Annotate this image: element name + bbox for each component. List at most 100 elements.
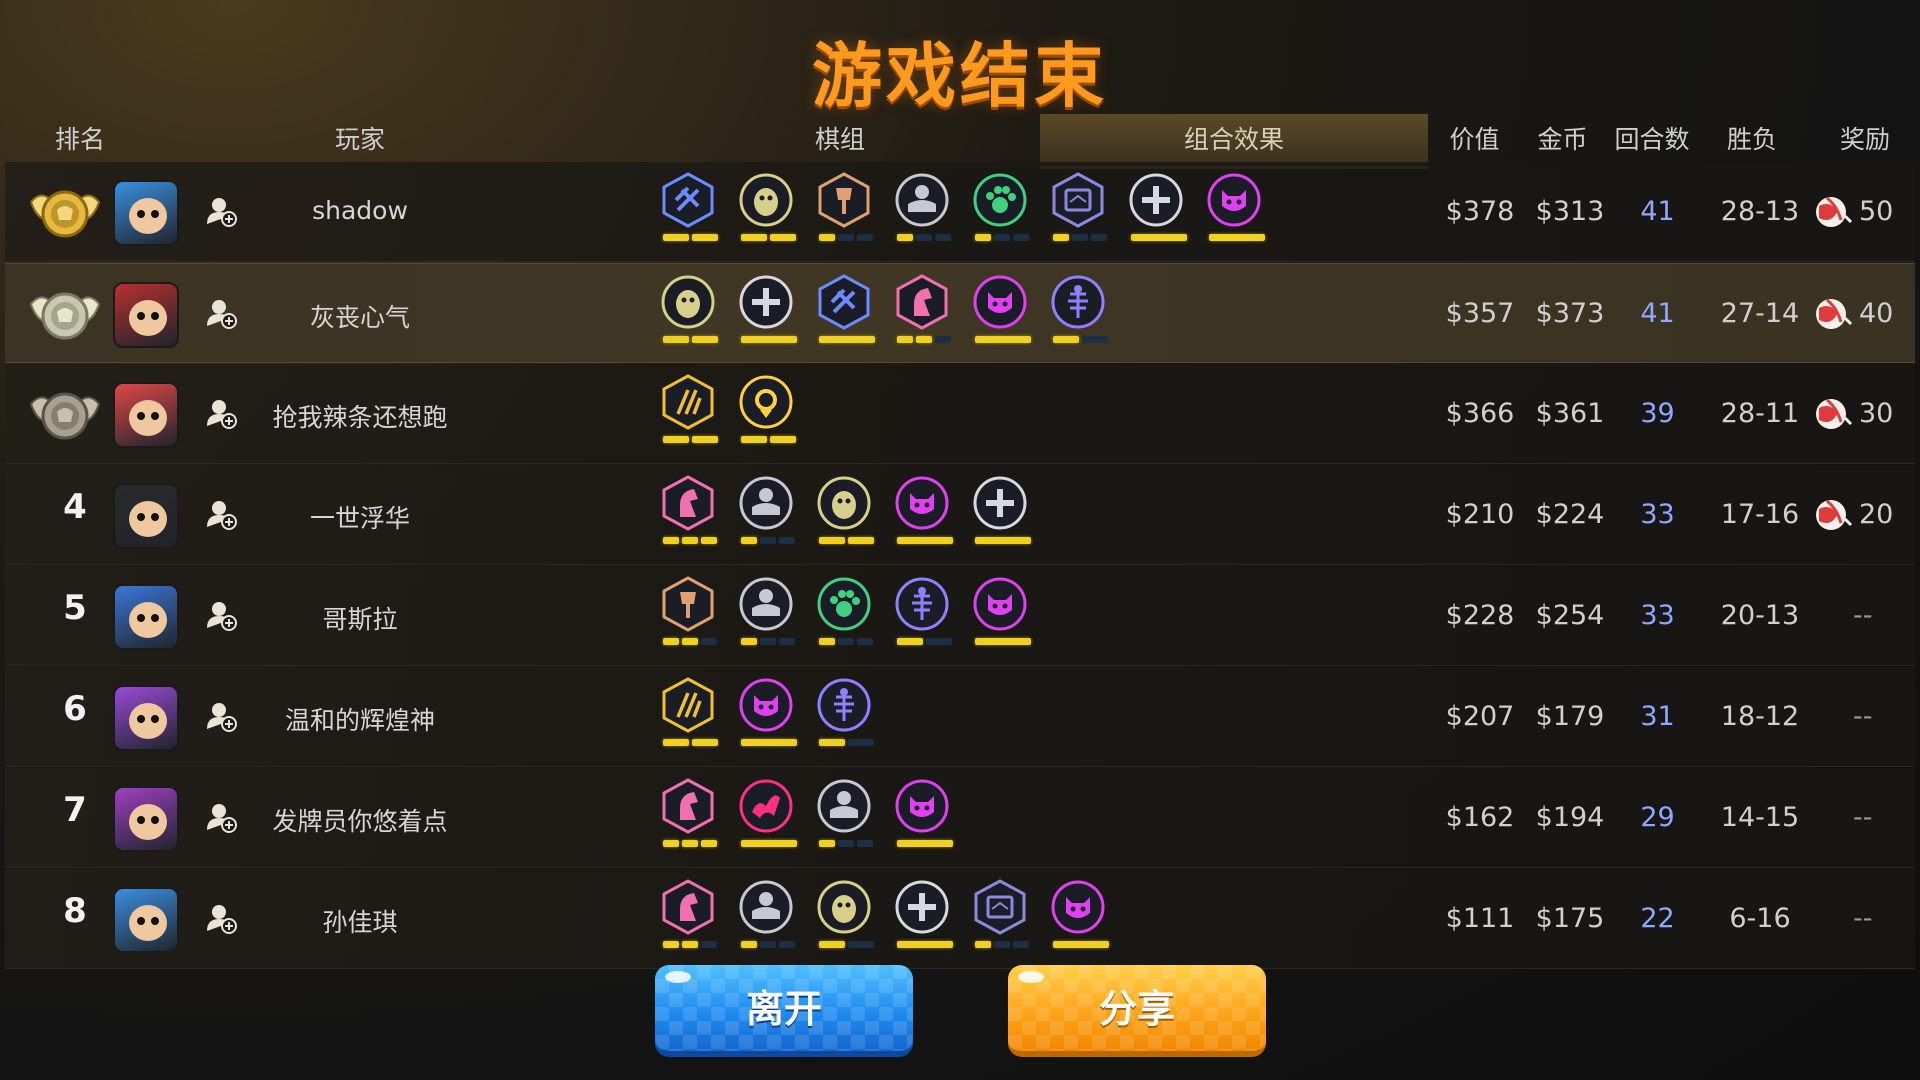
- stat-rounds: 39: [1640, 398, 1675, 429]
- synergy-item[interactable]: [891, 778, 953, 856]
- synergy-bar-active: [916, 336, 932, 343]
- synergy-item[interactable]: [1125, 172, 1187, 250]
- synergy-bar-inactive: [935, 234, 951, 241]
- blue-bird-avatar[interactable]: [113, 584, 179, 650]
- synergy-item[interactable]: [969, 475, 1031, 553]
- stat-value: $366: [1445, 398, 1515, 429]
- tablet-icon: [1050, 172, 1106, 228]
- synergy-item[interactable]: [735, 274, 797, 352]
- synergy-bar-inactive: [857, 638, 873, 645]
- add-friend-icon[interactable]: [205, 800, 239, 834]
- penguin-icon: [660, 274, 716, 330]
- add-friend-icon[interactable]: [205, 699, 239, 733]
- player-row: 抢我辣条还想跑 $366 $361 39 28-11 30: [5, 364, 1915, 464]
- blue-knight-avatar[interactable]: [113, 180, 179, 246]
- synergy-item[interactable]: [813, 778, 875, 856]
- synergy-item[interactable]: [735, 677, 797, 755]
- synergy-bar-inactive: [994, 234, 1010, 241]
- red-robot-avatar[interactable]: [113, 282, 179, 348]
- stat-value: $228: [1445, 600, 1515, 631]
- purple-witch-avatar[interactable]: [113, 685, 179, 751]
- synergy-item[interactable]: [735, 172, 797, 250]
- synergy-item[interactable]: [1047, 879, 1109, 957]
- standings-list: shadow $378 $313 41 28-13 50 灰丧心气 $357 $373 41 27-…: [5, 162, 1915, 970]
- cross-icon: [972, 475, 1028, 531]
- synergy-item[interactable]: [813, 172, 875, 250]
- synergy-progress: [819, 336, 875, 344]
- synergy-progress: [741, 638, 797, 646]
- synergy-bar-active: [1131, 234, 1187, 241]
- sofa-icon: [738, 475, 794, 531]
- avatar-eye: [137, 715, 145, 723]
- synergy-item[interactable]: [1047, 172, 1109, 250]
- ninja-avatar[interactable]: [113, 483, 179, 549]
- share-button-label: 分享: [1098, 987, 1175, 1031]
- synergy-item[interactable]: [813, 475, 875, 553]
- synergy-item[interactable]: [891, 274, 953, 352]
- synergy-item[interactable]: [735, 576, 797, 654]
- synergy-item[interactable]: [657, 374, 719, 452]
- add-friend-icon[interactable]: [205, 598, 239, 632]
- knight-icon: [660, 475, 716, 531]
- add-friend-icon[interactable]: [205, 901, 239, 935]
- pirate-girl-avatar[interactable]: [113, 786, 179, 852]
- demon-icon: [1050, 879, 1106, 935]
- leave-button[interactable]: 离开: [655, 965, 913, 1057]
- synergy-item[interactable]: [657, 172, 719, 250]
- cross-icon: [738, 274, 794, 330]
- synergy-item[interactable]: [891, 172, 953, 250]
- synergy-item[interactable]: [813, 879, 875, 957]
- reward-amount: 50: [1859, 196, 1894, 227]
- synergy-bar-active: [975, 336, 1031, 343]
- synergy-item[interactable]: [657, 576, 719, 654]
- avatar-eye: [151, 715, 159, 723]
- synergy-bar-active: [741, 234, 767, 241]
- synergy-item[interactable]: [657, 274, 719, 352]
- stat-value: $162: [1445, 802, 1515, 833]
- synergy-item[interactable]: [735, 778, 797, 856]
- synergy-item[interactable]: [657, 475, 719, 553]
- add-friend-icon[interactable]: [205, 396, 239, 430]
- synergy-item[interactable]: [813, 576, 875, 654]
- synergy-item[interactable]: [735, 475, 797, 553]
- synergy-bar-active: [663, 638, 679, 645]
- synergy-progress: [819, 638, 875, 646]
- synergy-bar-inactive: [1082, 336, 1108, 343]
- fishbone-icon: [816, 677, 872, 733]
- pink-ogre-avatar[interactable]: [113, 382, 179, 448]
- synergy-item[interactable]: [657, 778, 719, 856]
- synergy-item[interactable]: [969, 172, 1031, 250]
- synergy-item[interactable]: [735, 374, 797, 452]
- synergy-item[interactable]: [813, 274, 875, 352]
- synergy-bar-active: [819, 234, 835, 241]
- synergy-item[interactable]: [657, 879, 719, 957]
- synergy-item[interactable]: [891, 576, 953, 654]
- synergy-progress: [897, 840, 953, 848]
- synergy-item[interactable]: [891, 879, 953, 957]
- synergy-item[interactable]: [1203, 172, 1265, 250]
- sofa-icon: [816, 778, 872, 834]
- add-friend-icon[interactable]: [205, 296, 239, 330]
- synergy-item[interactable]: [813, 677, 875, 755]
- synergy-item[interactable]: [657, 677, 719, 755]
- add-friend-icon[interactable]: [205, 497, 239, 531]
- synergy-item[interactable]: [969, 576, 1031, 654]
- synergy-item[interactable]: [1047, 274, 1109, 352]
- reward-cell: 30: [1813, 394, 1913, 434]
- share-button[interactable]: 分享: [1008, 965, 1266, 1057]
- synergy-item[interactable]: [969, 274, 1031, 352]
- synergy-bar-active: [663, 739, 689, 746]
- blue-knight-avatar[interactable]: [113, 887, 179, 953]
- synergy-item[interactable]: [969, 879, 1031, 957]
- synergy-bar-inactive: [701, 638, 717, 645]
- synergy-item[interactable]: [891, 475, 953, 553]
- header-rounds: 回合数: [1614, 125, 1690, 154]
- synergy-bar-inactive: [1013, 234, 1029, 241]
- tab-combo-effects[interactable]: 组合效果: [1040, 114, 1428, 169]
- stat-gold: $179: [1535, 701, 1605, 732]
- avatar-eye: [137, 210, 145, 218]
- add-friend-icon[interactable]: [205, 194, 239, 228]
- synergy-item[interactable]: [735, 879, 797, 957]
- synergy-progress: [741, 739, 797, 747]
- bat-icon: [738, 778, 794, 834]
